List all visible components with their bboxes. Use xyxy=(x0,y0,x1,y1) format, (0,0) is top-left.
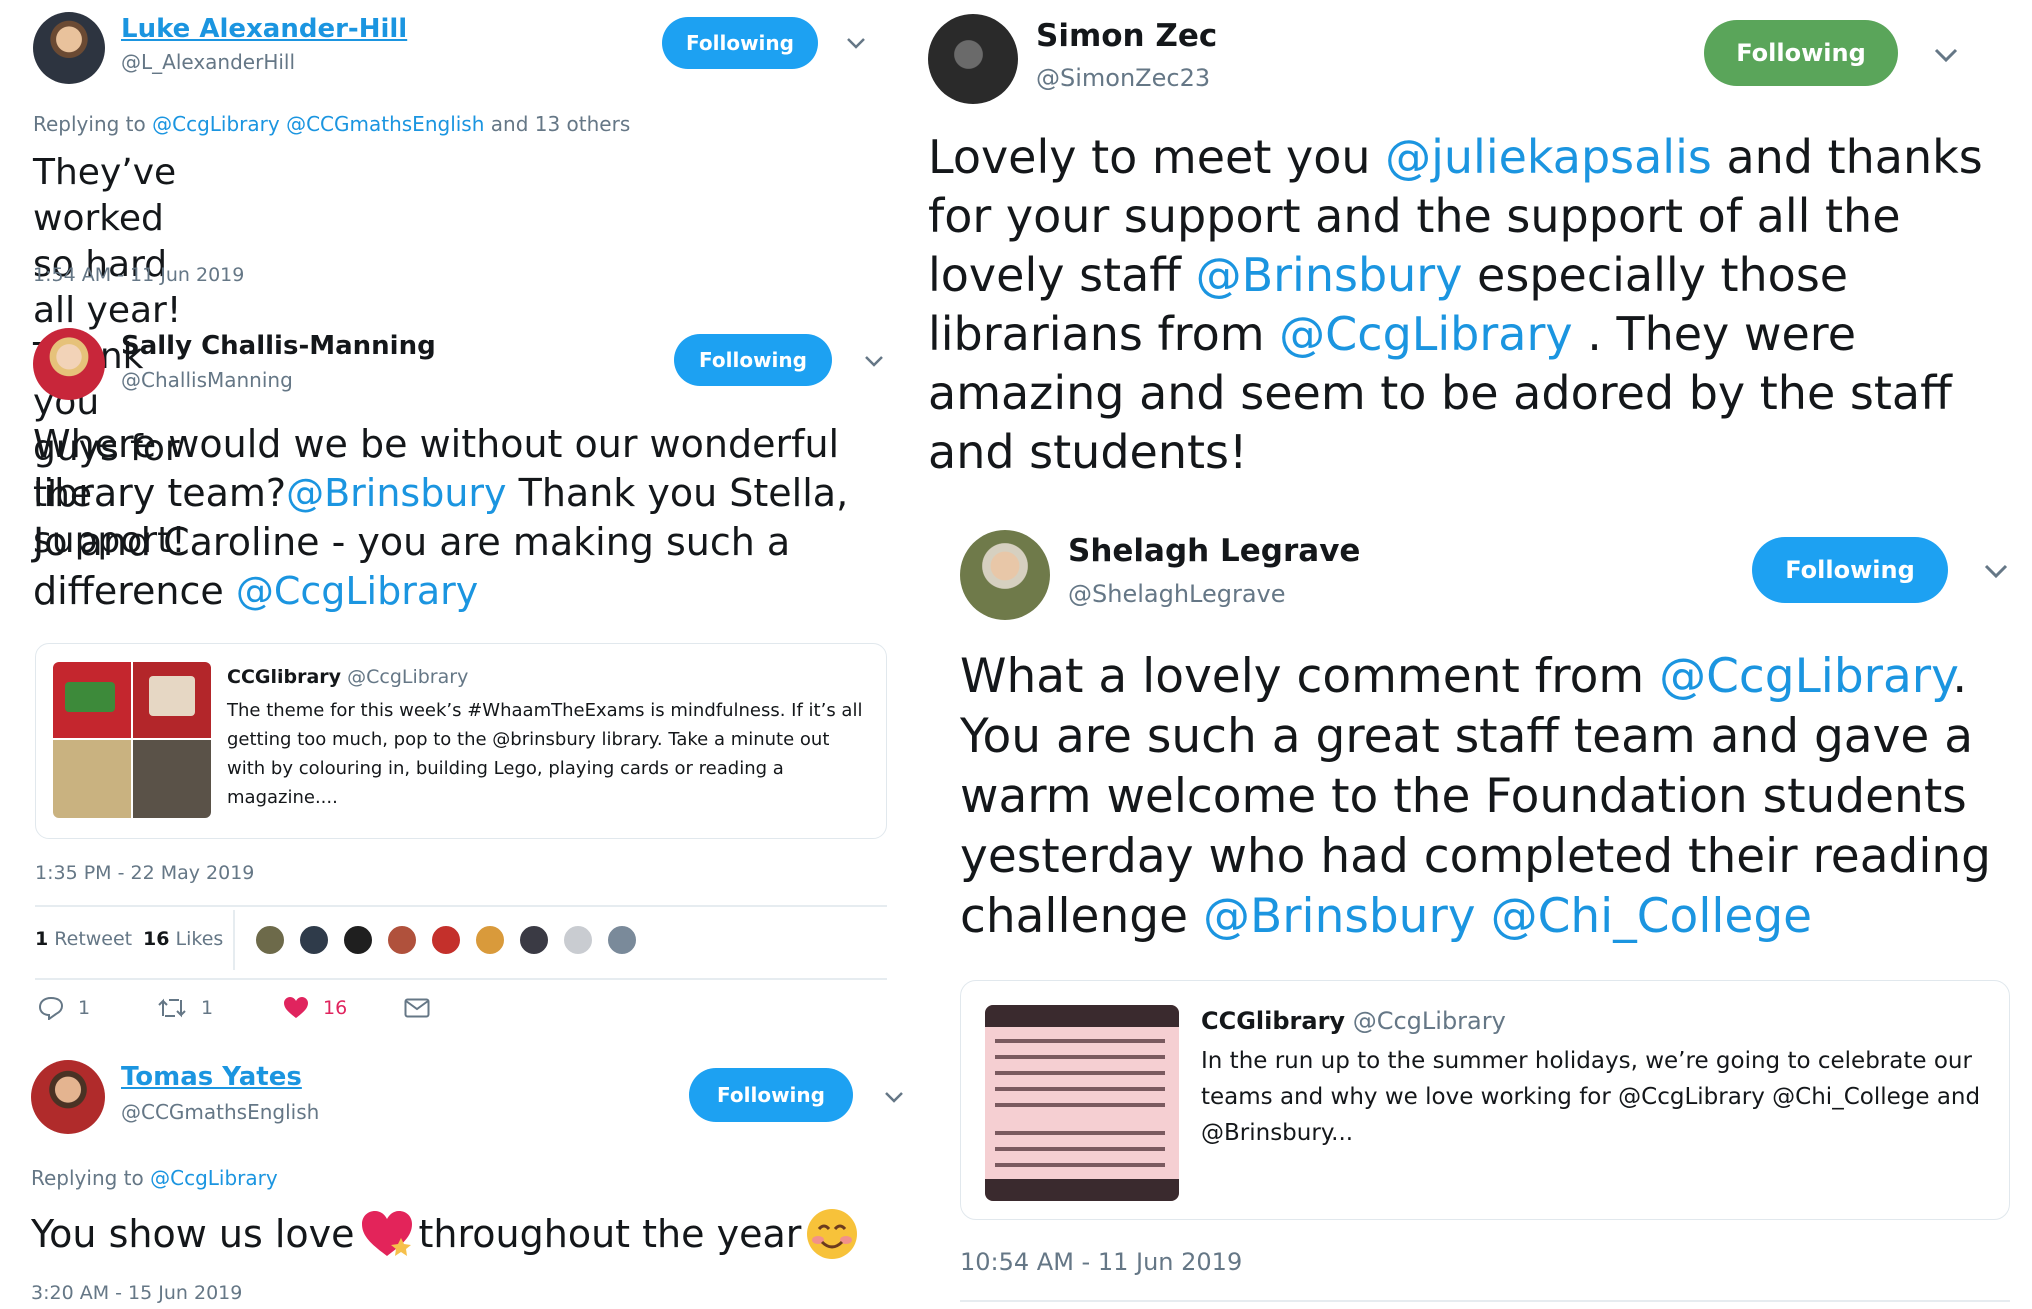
mention-link[interactable]: @Brinsbury xyxy=(1203,889,1476,944)
quoted-author: CCGlibrary @CcgLibrary xyxy=(1201,1007,1506,1035)
divider xyxy=(233,910,235,970)
author-name[interactable]: Simon Zec xyxy=(1036,18,1217,54)
divider xyxy=(35,978,887,980)
author-handle[interactable]: @CCGmathsEnglish xyxy=(121,1100,319,1124)
retweet-count[interactable]: 1 Retweet xyxy=(35,928,132,950)
author-handle[interactable]: @ChallisManning xyxy=(121,368,293,392)
avatar[interactable] xyxy=(386,924,418,956)
following-button[interactable]: Following xyxy=(1704,20,1898,86)
following-button[interactable]: Following xyxy=(662,17,818,69)
quoted-tweet[interactable]: CCGlibrary @CcgLibrary The theme for thi… xyxy=(35,643,887,839)
tweet-text: You show us love throughout the year xyxy=(31,1206,859,1262)
tweet-text: Where would we be without our wonderful … xyxy=(33,422,849,613)
avatar[interactable] xyxy=(342,924,374,956)
avatar[interactable] xyxy=(33,328,105,400)
divider xyxy=(35,905,887,907)
timestamp[interactable]: 1:54 AM - 11 Jun 2019 xyxy=(33,264,244,286)
heart-icon xyxy=(284,997,308,1018)
quoted-author: CCGlibrary @CcgLibrary xyxy=(227,666,469,688)
quoted-tweet[interactable]: CCGlibrary @CcgLibrary In the run up to … xyxy=(960,980,2010,1220)
following-button[interactable]: Following xyxy=(1752,537,1948,603)
quoted-image xyxy=(53,662,211,818)
quoted-text: In the run up to the summer holidays, we… xyxy=(1201,1048,1981,1146)
reply-action[interactable]: 1 xyxy=(38,996,90,1020)
avatar[interactable] xyxy=(474,924,506,956)
mention-link[interactable]: @CcgLibrary xyxy=(1659,649,1952,704)
mention-link[interactable]: @CcgLibrary xyxy=(1279,307,1572,361)
replying-to: Replying to @CcgLibrary xyxy=(31,1166,278,1190)
chevron-down-icon[interactable] xyxy=(846,36,866,55)
timestamp[interactable]: 3:20 AM - 15 Jun 2019 xyxy=(31,1282,242,1304)
like-count[interactable]: 16 Likes xyxy=(143,928,223,950)
avatar[interactable] xyxy=(31,1060,105,1134)
avatar[interactable] xyxy=(254,924,286,956)
timestamp[interactable]: 1:35 PM - 22 May 2019 xyxy=(35,862,254,884)
tweet-text: Lovely to meet you @juliekapsalis and th… xyxy=(928,130,1983,479)
author-name[interactable]: Luke Alexander-Hill xyxy=(121,14,407,44)
mention-link[interactable]: @CcgLibrary xyxy=(152,112,280,136)
author-handle[interactable]: @L_AlexanderHill xyxy=(121,50,295,74)
avatar[interactable] xyxy=(562,924,594,956)
quoted-text: The theme for this week’s #WhaamTheExams… xyxy=(227,700,863,808)
chevron-down-icon[interactable] xyxy=(1984,564,2008,584)
retweet-icon xyxy=(158,998,186,1018)
mention-link[interactable]: @CcgLibrary xyxy=(236,569,478,613)
author-name[interactable]: Shelagh Legrave xyxy=(1068,533,1360,569)
reply-icon xyxy=(38,996,64,1020)
envelope-icon xyxy=(404,998,430,1018)
mention-link[interactable]: @CCGmathsEnglish xyxy=(286,112,484,136)
avatar[interactable] xyxy=(960,530,1050,620)
timestamp[interactable]: 10:54 AM - 11 Jun 2019 xyxy=(960,1248,1242,1276)
avatar[interactable] xyxy=(928,14,1018,104)
mention-link[interactable]: @Chi_College xyxy=(1491,889,1813,944)
replying-to: Replying to @CcgLibrary @CCGmathsEnglish… xyxy=(33,112,631,136)
mention-link[interactable]: @Brinsbury xyxy=(1196,248,1463,302)
tweet-text: What a lovely comment from @CcgLibrary. … xyxy=(960,649,1992,944)
chevron-down-icon[interactable] xyxy=(864,354,884,373)
chevron-down-icon[interactable] xyxy=(1934,48,1958,68)
avatar[interactable] xyxy=(430,924,462,956)
mention-link[interactable]: @CcgLibrary xyxy=(150,1166,278,1190)
avatar[interactable] xyxy=(606,924,638,956)
divider xyxy=(960,1300,2010,1302)
avatar[interactable] xyxy=(298,924,330,956)
quoted-image xyxy=(985,1005,1179,1201)
chevron-down-icon[interactable] xyxy=(884,1090,904,1109)
mention-link[interactable]: @Brinsbury xyxy=(286,471,506,515)
author-handle[interactable]: @SimonZec23 xyxy=(1036,64,1210,92)
smiling-face-emoji-icon xyxy=(807,1209,858,1259)
author-name[interactable]: Tomas Yates xyxy=(121,1062,302,1092)
author-name[interactable]: Sally Challis-Manning xyxy=(121,331,436,361)
avatar[interactable] xyxy=(33,12,105,84)
following-button[interactable]: Following xyxy=(689,1068,853,1122)
heart-emoji-icon xyxy=(361,1211,412,1256)
like-action[interactable]: 16 xyxy=(283,996,347,1020)
avatar[interactable] xyxy=(518,924,550,956)
mention-link[interactable]: @juliekapsalis xyxy=(1385,130,1712,184)
retweet-action[interactable]: 1 xyxy=(157,996,213,1020)
author-handle[interactable]: @ShelaghLegrave xyxy=(1068,580,1286,608)
following-button[interactable]: Following xyxy=(674,334,832,386)
message-action[interactable] xyxy=(404,998,430,1018)
